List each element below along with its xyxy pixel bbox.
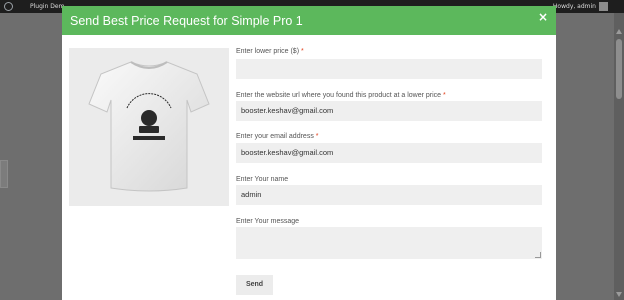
label-email: Enter your email address *	[236, 133, 319, 140]
scroll-up-icon[interactable]	[616, 29, 622, 34]
product-image	[69, 48, 229, 206]
send-button[interactable]: Send	[236, 275, 273, 295]
label-website-url: Enter the website url where you found th…	[236, 92, 446, 99]
avatar[interactable]	[599, 2, 608, 11]
message-textarea[interactable]	[236, 227, 542, 259]
background-widget	[0, 160, 8, 188]
resize-handle-icon[interactable]	[535, 252, 541, 258]
lower-price-input[interactable]	[236, 59, 542, 79]
email-field[interactable]: booster.keshav@gmail.com	[236, 143, 542, 163]
close-button[interactable]: ×	[538, 10, 548, 24]
scrollbar[interactable]	[614, 13, 624, 300]
label-name: Enter Your name	[236, 176, 289, 183]
name-input[interactable]: admin	[236, 185, 542, 205]
modal-title: Send Best Price Request for Simple Pro 1	[70, 14, 303, 28]
tshirt-icon	[88, 61, 210, 192]
modal-header: Send Best Price Request for Simple Pro 1…	[62, 6, 556, 35]
website-url-input[interactable]: booster.keshav@gmail.com	[236, 101, 542, 121]
label-message: Enter Your message	[236, 218, 300, 225]
scroll-thumb[interactable]	[616, 39, 622, 99]
wordpress-logo-icon[interactable]	[4, 2, 13, 11]
scroll-down-icon[interactable]	[616, 292, 622, 297]
admin-bar-site-name[interactable]: Plugin Dem	[30, 3, 64, 10]
best-price-modal: Send Best Price Request for Simple Pro 1…	[62, 6, 556, 300]
admin-bar-howdy[interactable]: Howdy, admin	[553, 3, 596, 10]
label-lower-price: Enter lower price ($) *	[236, 48, 304, 55]
